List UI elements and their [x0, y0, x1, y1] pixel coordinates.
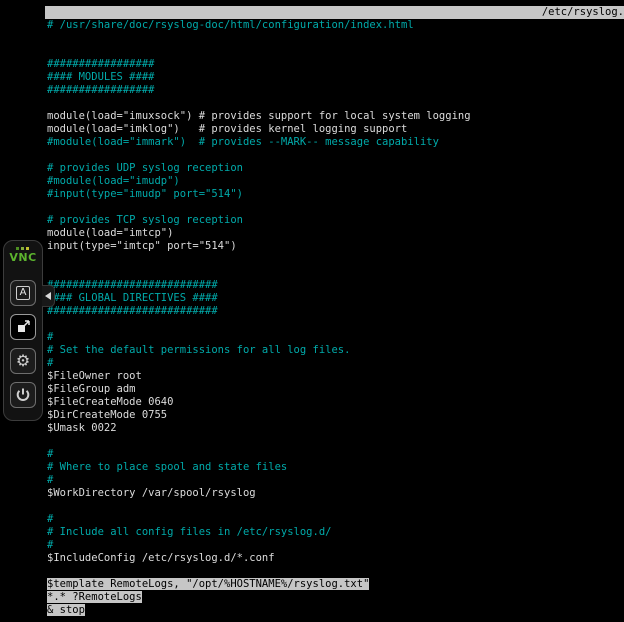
editor-line: [47, 318, 624, 331]
editor-line: # provides UDP syslog reception: [47, 162, 624, 175]
editor-line: #input(type="imudp" port="514"): [47, 188, 624, 201]
editor-line: $Umask 0022: [47, 422, 624, 435]
terminal-window[interactable]: GNU nano 7.2 /etc/rsyslog. # /usr/share/…: [45, 0, 624, 622]
editor-line: #################: [47, 58, 624, 71]
editor-line: #: [47, 474, 624, 487]
power-button[interactable]: [10, 382, 36, 408]
editor-line: $FileOwner root: [47, 370, 624, 383]
novnc-logo-dots-icon: [16, 247, 29, 250]
collapse-arrow-icon: [45, 292, 51, 300]
editor-line: module(load="imtcp"): [47, 227, 624, 240]
drag-icon: [15, 319, 31, 335]
editor-line: #module(load="immark") # provides --MARK…: [47, 136, 624, 149]
editor-line: & stop: [47, 604, 624, 617]
editor-line: # Set the default permissions for all lo…: [47, 344, 624, 357]
editor-line: [47, 45, 624, 58]
editor-line: [47, 201, 624, 214]
editor-line: $DirCreateMode 0755: [47, 409, 624, 422]
editor-line: [47, 500, 624, 513]
editor-line: # Include all config files in /etc/rsysl…: [47, 526, 624, 539]
keyboard-a-icon: A: [16, 286, 31, 300]
editor-line: [47, 32, 624, 45]
editor-line: [47, 97, 624, 110]
novnc-logo: VNC: [9, 247, 36, 264]
editor-line: ###########################: [47, 305, 624, 318]
editor-line: # /usr/share/doc/rsyslog-doc/html/config…: [47, 19, 624, 32]
editor-line: [47, 266, 624, 279]
novnc-control-bar: VNC A ⚙: [3, 240, 43, 421]
control-bar-handle[interactable]: [42, 285, 55, 307]
editor-line: #################: [47, 84, 624, 97]
editor-line: #### MODULES ####: [47, 71, 624, 84]
editor-line: module(load="imuxsock") # provides suppo…: [47, 110, 624, 123]
editor-line: #: [47, 331, 624, 344]
editor-line: ###########################: [47, 279, 624, 292]
editor-line: [47, 149, 624, 162]
editor-line: #: [47, 539, 624, 552]
editor-line: $template RemoteLogs, "/opt/%HOSTNAME%/r…: [47, 578, 624, 591]
nano-titlebar: GNU nano 7.2 /etc/rsyslog.: [45, 6, 624, 19]
editor-line: #: [47, 448, 624, 461]
gear-icon: ⚙: [16, 353, 30, 369]
editor-line: *.* ?RemoteLogs: [47, 591, 624, 604]
editor-line: [47, 435, 624, 448]
file-path: /etc/rsyslog.: [542, 6, 624, 19]
editor-line: #: [47, 357, 624, 370]
editor-line: $FileGroup adm: [47, 383, 624, 396]
editor-line: #module(load="imudp"): [47, 175, 624, 188]
editor-line: $IncludeConfig /etc/rsyslog.d/*.conf: [47, 552, 624, 565]
editor-line: input(type="imtcp" port="514"): [47, 240, 624, 253]
editor-line: # Where to place spool and state files: [47, 461, 624, 474]
editor-line: $FileCreateMode 0640: [47, 396, 624, 409]
editor-line: [47, 253, 624, 266]
editor-buffer[interactable]: # /usr/share/doc/rsyslog-doc/html/config…: [45, 19, 624, 617]
novnc-logo-text: VNC: [9, 251, 36, 264]
editor-line: $WorkDirectory /var/spool/rsyslog: [47, 487, 624, 500]
power-icon: [15, 387, 31, 403]
editor-line: #: [47, 513, 624, 526]
editor-line: # provides TCP syslog reception: [47, 214, 624, 227]
settings-button[interactable]: ⚙: [10, 348, 36, 374]
editor-line: module(load="imklog") # provides kernel …: [47, 123, 624, 136]
drag-viewport-button[interactable]: [10, 314, 36, 340]
keyboard-button[interactable]: A: [10, 280, 36, 306]
editor-line: [47, 565, 624, 578]
editor-line: #### GLOBAL DIRECTIVES ####: [47, 292, 624, 305]
